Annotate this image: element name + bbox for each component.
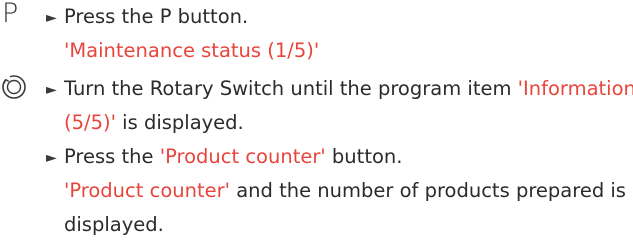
bullet-arrow: ► bbox=[46, 10, 57, 26]
step-3-instruction: ► Press the 'Product counter' button. bbox=[46, 140, 402, 175]
step-2-instruction: ► Turn the Rotary Switch until the progra… bbox=[46, 72, 633, 107]
bullet-arrow: ► bbox=[46, 82, 57, 98]
step-1-instruction: ► Press the P button. bbox=[46, 0, 248, 35]
step-2-instruction-cont: (5/5)' is displayed. bbox=[64, 111, 244, 134]
bullet-arrow: ► bbox=[46, 150, 57, 166]
p-button-symbol: P bbox=[2, 0, 19, 29]
step-3-result: 'Product counter' and the number of prod… bbox=[64, 179, 626, 202]
step-3-result-cont: displayed. bbox=[64, 213, 164, 236]
rotary-switch-icon bbox=[1, 74, 35, 104]
step-1-result: 'Maintenance status (1/5)' bbox=[64, 39, 320, 62]
